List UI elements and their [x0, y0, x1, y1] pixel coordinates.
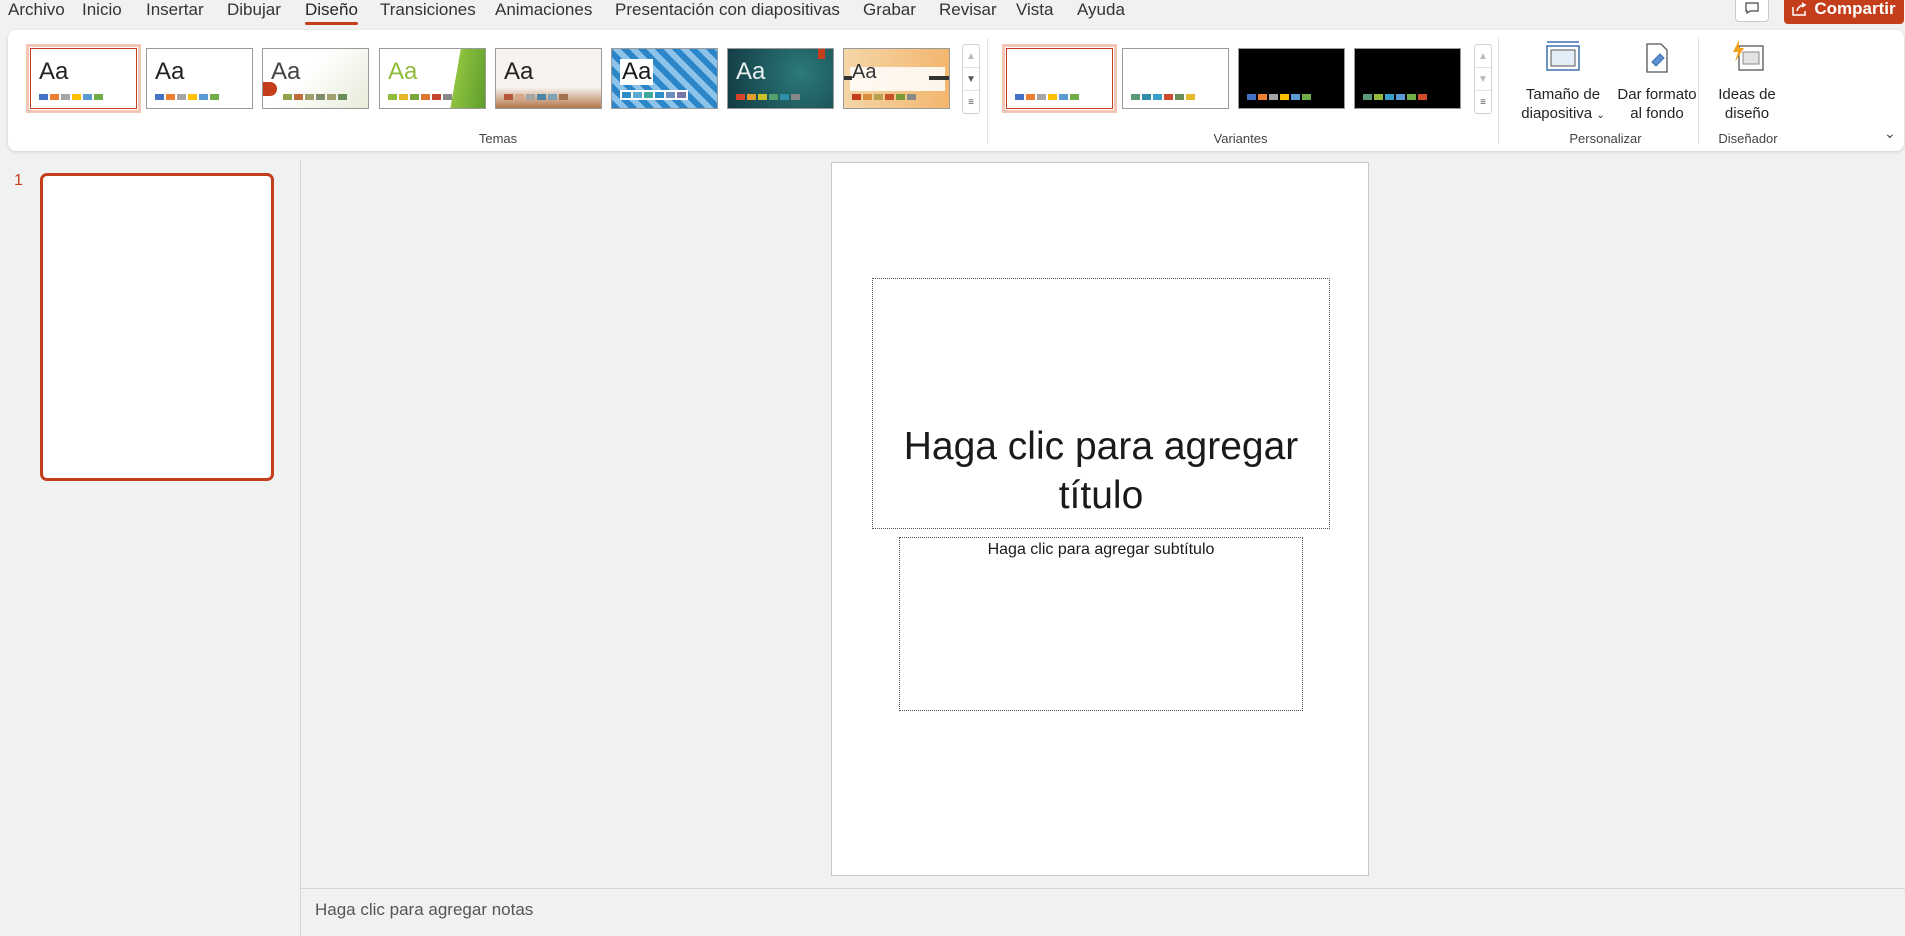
theme-sample-text: Aa	[504, 58, 534, 85]
share-button[interactable]: Compartir	[1784, 0, 1904, 24]
variant-swatches	[1247, 94, 1311, 100]
theme-ion[interactable]: Aa	[379, 48, 486, 109]
customize-group-label: Personalizar	[1569, 131, 1642, 146]
variant-3[interactable]	[1238, 48, 1345, 109]
gallery-more-button[interactable]: ≡	[963, 91, 979, 113]
design-ideas-label-1: Ideas de	[1718, 86, 1776, 103]
themes-group-label: Temas	[478, 131, 518, 146]
variant-swatches	[1131, 94, 1195, 100]
menu-inicio[interactable]: Inicio	[82, 0, 122, 20]
themes-gallery-scroll: ▲ ▼ ≡	[962, 44, 980, 114]
theme-accent-shape	[844, 76, 852, 80]
design-ideas-icon	[1733, 40, 1764, 71]
design-ideas-button[interactable]: Ideas de diseño	[1702, 38, 1792, 123]
theme-swatches	[504, 94, 568, 100]
subtitle-placeholder[interactable]: Haga clic para agregar subtítulo	[899, 537, 1303, 711]
menu-dibujar[interactable]: Dibujar	[227, 0, 281, 20]
variant-2[interactable]	[1122, 48, 1229, 109]
variant-1[interactable]	[1002, 44, 1117, 113]
theme-accent-shape	[263, 82, 277, 96]
comments-button[interactable]	[1735, 0, 1769, 22]
theme-swatches	[388, 94, 452, 100]
slide-size-icon	[1546, 41, 1580, 71]
theme-swatches	[852, 94, 916, 100]
theme-swatches	[39, 94, 103, 100]
theme-dark-teal[interactable]: Aa	[727, 48, 834, 109]
designer-group-label: Diseñador	[1718, 131, 1778, 146]
variant-4[interactable]	[1354, 48, 1461, 109]
format-background-button[interactable]: Dar formato al fondo	[1602, 38, 1712, 123]
format-background-label-2: al fondo	[1630, 105, 1684, 122]
slide-size-label-2: diapositiva	[1521, 105, 1593, 122]
format-background-label-1: Dar formato	[1617, 86, 1697, 103]
gallery-more-button[interactable]: ≡	[1475, 91, 1491, 113]
menu-transiciones[interactable]: Transiciones	[380, 0, 476, 20]
group-separator	[987, 38, 988, 144]
theme-sample-text: Aa	[736, 58, 766, 85]
theme-organic[interactable]: Aa	[495, 48, 602, 109]
group-separator	[1698, 38, 1699, 144]
menu-animaciones[interactable]: Animaciones	[495, 0, 592, 20]
theme-wood[interactable]: Aa	[843, 48, 950, 109]
comment-icon	[1745, 2, 1759, 14]
subtitle-placeholder-text: Haga clic para agregar subtítulo	[987, 541, 1215, 558]
menu-diseno[interactable]: Diseño	[305, 0, 358, 25]
theme-swatches	[283, 94, 347, 100]
variants-group-label: Variantes	[1213, 131, 1268, 146]
slide-canvas[interactable]: Haga clic para agregar título Haga clic …	[831, 162, 1369, 876]
variant-swatches	[1363, 94, 1427, 100]
slide-thumbnail[interactable]	[40, 173, 274, 481]
gallery-down-button[interactable]: ▼	[1475, 68, 1491, 91]
notes-pane[interactable]: Haga clic para agregar notas	[301, 888, 1905, 932]
slide-number: 1	[14, 172, 23, 189]
theme-office-2[interactable]: Aa	[146, 48, 253, 109]
menu-grabar[interactable]: Grabar	[863, 0, 916, 20]
theme-office[interactable]: Aa	[26, 44, 141, 113]
theme-sample-text: Aa	[271, 58, 301, 85]
menu-archivo[interactable]: Archivo	[8, 0, 65, 20]
menu-insertar[interactable]: Insertar	[146, 0, 204, 20]
menu-vista[interactable]: Vista	[1016, 0, 1054, 20]
gallery-down-button[interactable]: ▼	[963, 68, 979, 91]
theme-swatches	[155, 94, 219, 100]
menu-revisar[interactable]: Revisar	[939, 0, 997, 20]
theme-swatches	[620, 90, 688, 100]
group-separator	[1498, 38, 1499, 144]
menu-ayuda[interactable]: Ayuda	[1077, 0, 1125, 20]
pane-divider[interactable]	[300, 160, 301, 936]
gallery-up-button[interactable]: ▲	[963, 45, 979, 68]
theme-accent-shape	[929, 76, 949, 80]
share-icon	[1792, 2, 1807, 16]
theme-swatches	[736, 94, 800, 100]
share-label: Compartir	[1814, 0, 1896, 18]
menu-presentacion[interactable]: Presentación con diapositivas	[615, 0, 840, 20]
gallery-up-button[interactable]: ▲	[1475, 45, 1491, 68]
notes-placeholder: Haga clic para agregar notas	[315, 900, 534, 919]
menu-bar: Archivo Inicio Insertar Dibujar Diseño T…	[0, 0, 1905, 25]
variants-gallery-scroll: ▲ ▼ ≡	[1474, 44, 1492, 114]
theme-sample-text: Aa	[39, 58, 69, 85]
theme-sample-text: Aa	[388, 58, 418, 85]
design-ideas-label-2: diseño	[1724, 105, 1770, 122]
variant-swatches	[1015, 94, 1079, 100]
title-placeholder-text: Haga clic para agregar título	[903, 425, 1299, 517]
theme-pattern[interactable]: Aa	[611, 48, 718, 109]
theme-sample-text: Aa	[155, 58, 185, 85]
title-placeholder[interactable]: Haga clic para agregar título	[872, 278, 1330, 529]
ribbon: Aa Aa Aa Aa Aa Aa Aa Aa ▲ ▼ ≡ Temas ▲ ▼ …	[8, 30, 1904, 151]
format-background-icon	[1646, 43, 1668, 73]
theme-accent-shape	[818, 49, 825, 59]
theme-facet[interactable]: Aa	[262, 48, 369, 109]
theme-sample-text: Aa	[620, 58, 654, 85]
ribbon-collapse-chevron-icon[interactable]: ⌄	[1884, 125, 1896, 142]
theme-sample-text: Aa	[852, 61, 877, 83]
